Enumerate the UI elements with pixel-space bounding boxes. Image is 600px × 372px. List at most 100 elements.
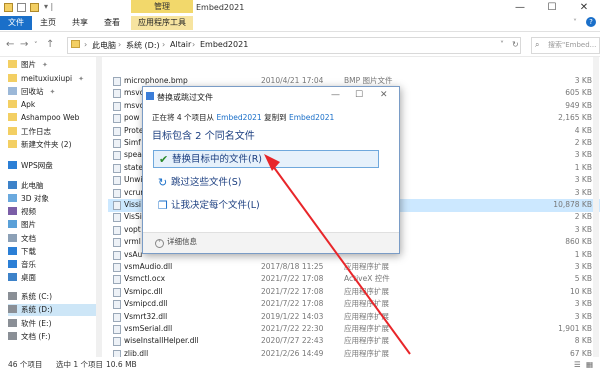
skip-option[interactable]: ↻ 跳过这些文件(S) bbox=[153, 174, 379, 192]
sidebar-item[interactable]: 图片 bbox=[8, 219, 96, 231]
file-row[interactable]: vsmAudio.dll 2017/8/18 11:25 应用程序扩展 3 KB bbox=[108, 261, 600, 274]
expand-ribbon-icon[interactable]: ˅ bbox=[573, 18, 577, 27]
sidebar-item[interactable]: 回收站 ✦ bbox=[8, 86, 96, 98]
sidebar-item[interactable]: 系统 (D:) bbox=[8, 304, 96, 316]
file-size: 3 KB bbox=[574, 187, 592, 197]
breadcrumb-altair[interactable]: Altair bbox=[170, 40, 191, 49]
sidebar-item[interactable]: 视频 bbox=[8, 206, 96, 218]
file-size: 1,901 KB bbox=[558, 324, 592, 333]
file-row[interactable]: Vsmctl.ocx 2021/7/22 17:08 ActiveX 控件 5 KB bbox=[108, 273, 600, 286]
breadcrumb-drive[interactable]: 系统 (D:) bbox=[126, 40, 160, 51]
recent-dropdown-icon[interactable]: ˅ bbox=[34, 41, 38, 49]
search-input[interactable]: 搜索"Embed... bbox=[531, 37, 600, 54]
folder-icon bbox=[8, 113, 17, 121]
sidebar-item-label: 文档 bbox=[21, 234, 36, 243]
file-size: 1 KB bbox=[574, 162, 592, 172]
file-name: msvc bbox=[124, 88, 144, 98]
file-size: 5 KB bbox=[574, 274, 592, 284]
sidebar-item[interactable]: 系统 (C:) bbox=[8, 291, 96, 303]
file-size: 1 KB bbox=[574, 249, 592, 259]
file-size: 3 KB bbox=[574, 76, 592, 85]
sidebar-item-label: 工作日志 bbox=[21, 127, 51, 136]
file-size: 10 KB bbox=[570, 286, 592, 296]
sidebar-item-label: 新建文件夹 (2) bbox=[21, 140, 72, 149]
file-name: Simf bbox=[124, 138, 141, 147]
tiles-view-icon[interactable]: ▦ bbox=[586, 357, 593, 372]
sidebar-item[interactable]: 新建文件夹 (2) bbox=[8, 139, 96, 151]
properties-icon[interactable] bbox=[17, 3, 26, 12]
sidebar-item[interactable]: WPS网盘 bbox=[8, 160, 96, 172]
breadcrumb-pc[interactable]: 此电脑 bbox=[92, 40, 116, 51]
file-date: 2021/7/22 22:30 bbox=[261, 324, 324, 333]
sidebar-item[interactable]: 音乐 bbox=[8, 259, 96, 271]
minimize-button[interactable]: — bbox=[504, 0, 536, 16]
file-row[interactable]: Vsmipc.dll 2021/7/22 17:08 应用程序扩展 10 KB bbox=[108, 286, 600, 299]
sidebar-item[interactable]: meituxiuxiupi ✦ bbox=[8, 73, 96, 85]
file-row[interactable]: wiseInstallHelper.dll 2020/7/27 22:43 应用程序… bbox=[108, 335, 600, 348]
replace-option[interactable]: ✔ 替换目标中的文件(R) bbox=[153, 150, 379, 168]
dialog-minimize-button[interactable]: — bbox=[331, 90, 340, 100]
sidebar-item[interactable]: 下载 bbox=[8, 246, 96, 258]
path-dropdown-icon[interactable]: ˅ bbox=[500, 40, 504, 49]
up-icon[interactable]: ↑ bbox=[46, 39, 54, 50]
sidebar-item[interactable]: 文档 (F:) bbox=[8, 331, 96, 343]
file-type: 应用程序扩展 bbox=[344, 336, 389, 346]
sidebar-item[interactable]: 桌面 bbox=[8, 272, 96, 284]
refresh-icon[interactable]: ↻ bbox=[512, 40, 519, 49]
file-name: VisSi bbox=[124, 212, 142, 222]
more-details-toggle[interactable]: ˅ 详细信息 bbox=[155, 236, 197, 248]
source-link[interactable]: Embed2021 bbox=[216, 113, 261, 122]
sidebar-item[interactable]: 工作日志 bbox=[8, 126, 96, 138]
pin-icon[interactable]: ✦ bbox=[78, 75, 84, 83]
sidebar-item-label: 图片 bbox=[21, 220, 36, 229]
file-type: 应用程序扩展 bbox=[344, 311, 389, 321]
destination-link[interactable]: Embed2021 bbox=[289, 113, 334, 122]
sidebar-item[interactable]: 图片 ✦ bbox=[8, 59, 96, 71]
pin-icon[interactable]: ✦ bbox=[50, 88, 56, 96]
file-row[interactable]: Vsmipcd.dll 2021/7/22 17:08 应用程序扩展 3 KB bbox=[108, 298, 600, 311]
file-name: spea bbox=[124, 150, 142, 160]
copy-mid: 复制到 bbox=[264, 113, 287, 122]
dialog-close-button[interactable]: ✕ bbox=[380, 90, 388, 100]
sidebar-item[interactable]: Apk bbox=[8, 99, 96, 111]
status-bar: 46 个项目 选中 1 个项目 10.6 MB ☰ ▦ bbox=[0, 357, 600, 372]
file-size: 8 KB bbox=[574, 336, 592, 346]
decide-option[interactable]: ❐ 让我决定每个文件(L) bbox=[153, 197, 379, 215]
new-folder-icon[interactable] bbox=[30, 3, 39, 12]
folder-icon bbox=[71, 40, 80, 48]
breadcrumb-embed[interactable]: Embed2021 bbox=[200, 40, 248, 49]
copy-progress-text: 正在将 4 个项目从 Embed2021 复制到 Embed2021 bbox=[152, 112, 334, 123]
sidebar-item[interactable]: Ashampoo Web bbox=[8, 112, 96, 124]
check-icon: ✔ bbox=[159, 153, 169, 166]
forward-icon[interactable]: → bbox=[20, 39, 28, 50]
dialog-maximize-button[interactable]: ☐ bbox=[355, 90, 363, 100]
manage-tab[interactable]: 管理 bbox=[131, 0, 193, 13]
tab-share[interactable]: 共享 bbox=[66, 16, 94, 30]
sidebar-item[interactable]: 软件 (E:) bbox=[8, 318, 96, 330]
help-icon[interactable]: ? bbox=[586, 17, 596, 27]
file-icon bbox=[113, 300, 121, 310]
file-type: 应用程序扩展 bbox=[344, 299, 389, 309]
tab-file[interactable]: 文件 bbox=[0, 16, 32, 30]
back-icon[interactable]: ← bbox=[6, 39, 14, 50]
tab-app-tools[interactable]: 应用程序工具 bbox=[131, 16, 193, 30]
tab-home[interactable]: 主页 bbox=[34, 16, 62, 30]
sidebar-item-label: 桌面 bbox=[21, 273, 36, 282]
details-view-icon[interactable]: ☰ bbox=[574, 357, 581, 372]
pin-icon[interactable]: ✦ bbox=[42, 61, 48, 69]
window-title: Embed2021 bbox=[196, 3, 245, 12]
sidebar-item[interactable]: 文档 bbox=[8, 233, 96, 245]
sidebar-item-label: 文档 (F:) bbox=[21, 332, 51, 341]
maximize-button[interactable]: ☐ bbox=[536, 0, 568, 16]
file-name: wiseInstallHelper.dll bbox=[124, 336, 199, 346]
list-scrollbar[interactable] bbox=[593, 57, 599, 357]
file-row[interactable]: vsmSerial.dll 2021/7/22 22:30 应用程序扩展 1,901 … bbox=[108, 323, 600, 336]
qat-dropdown-icon[interactable]: ▾ | bbox=[44, 2, 53, 11]
file-icon bbox=[113, 238, 121, 248]
file-row[interactable]: Vsmrt32.dll 2019/1/22 14:03 应用程序扩展 3 KB bbox=[108, 311, 600, 324]
close-button[interactable]: ✕ bbox=[568, 0, 600, 16]
file-size: 3 KB bbox=[574, 262, 592, 271]
tab-view[interactable]: 查看 bbox=[98, 16, 126, 30]
sidebar-item[interactable]: 此电脑 bbox=[8, 180, 96, 192]
sidebar-item[interactable]: 3D 对象 bbox=[8, 193, 96, 205]
